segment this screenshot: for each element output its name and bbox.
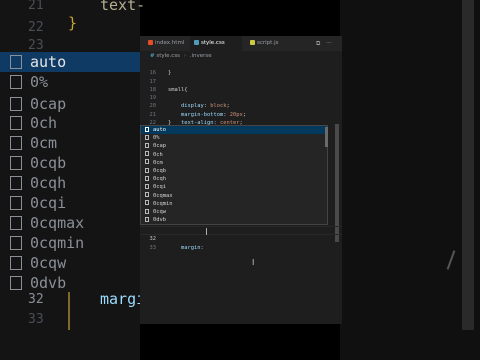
current-code-line: 32 margin: [149, 236, 207, 251]
bg-suggestion-item: 0cm [0, 133, 140, 153]
text-caret [206, 228, 207, 235]
keyword-icon [145, 167, 149, 173]
css-file-icon: # [150, 53, 155, 59]
suggestion-item[interactable]: 0% [141, 134, 327, 142]
suggestion-item[interactable]: 0cqb [141, 167, 327, 175]
split-editor-icon[interactable]: ⧉ [316, 36, 320, 51]
keyword-icon [145, 216, 149, 222]
keyword-icon [145, 159, 149, 165]
bg-code-text: margi [100, 290, 146, 308]
code-editor-window: index.html style.css script.js ⧉ ··· # s… [140, 36, 342, 324]
code-line: 19 display: block; [149, 95, 230, 110]
suggestion-item[interactable]: 0ch [141, 151, 327, 159]
breadcrumb: # style.css › .inverse [140, 51, 342, 61]
keyword-icon [145, 126, 149, 132]
keyword-icon [145, 192, 149, 198]
background-left-panel: 21 22 23 text- } auto 0% 0cap 0ch 0cm 0c… [0, 0, 145, 360]
more-actions-icon[interactable]: ··· [326, 36, 332, 51]
tab-script-js[interactable]: script.js [246, 36, 286, 51]
keyword-icon [145, 134, 149, 140]
chevron-right-icon: › [183, 53, 187, 59]
bg-code-brace: } [68, 14, 78, 32]
bg-line-number: 22 [28, 20, 44, 35]
bg-suggestion-item: auto [0, 52, 140, 72]
breadcrumb-symbol[interactable]: .inverse [190, 53, 212, 59]
background-right-panel [340, 0, 480, 360]
suggestion-item[interactable]: 0cqh [141, 175, 327, 183]
bg-line-number: 32 [28, 292, 44, 307]
bg-suggestion-item: 0cap [0, 94, 140, 114]
bg-line-number: 23 [28, 38, 44, 53]
bg-suggestion-item: 0cqw [0, 253, 140, 273]
bg-code-text: text- [100, 0, 146, 14]
bg-line-number: 21 [28, 0, 44, 13]
tab-index-html[interactable]: index.html [144, 36, 188, 51]
html-file-icon [148, 39, 153, 45]
bg-line-number: 33 [28, 312, 44, 327]
suggestion-item[interactable]: 0cqi [141, 183, 327, 191]
suggestion-item[interactable]: auto [141, 126, 327, 135]
code-line: 33 [149, 244, 157, 251]
js-file-icon [250, 39, 255, 45]
editor-scrollbar[interactable] [335, 124, 339, 242]
suggestion-item[interactable]: 0cqmin [141, 200, 327, 208]
keyword-icon [145, 175, 149, 181]
suggest-scrollbar[interactable] [325, 127, 328, 147]
autocomplete-suggest-widget[interactable]: auto 0% 0cap 0ch 0cm 0cqb 0cqh 0cqi 0cqm… [140, 125, 328, 225]
bg-indent-guide [68, 292, 76, 330]
suggestion-item[interactable]: 0cqw [141, 208, 327, 216]
keyword-icon [145, 183, 149, 189]
code-line: 17 [149, 78, 157, 85]
keyword-icon [145, 142, 149, 148]
bg-suggestion-item: 0cqi [0, 193, 140, 213]
bg-suggestion-item: 0ch [0, 113, 140, 133]
suggestion-item[interactable]: 0cap [141, 142, 327, 150]
bg-suggestion-item: 0% [0, 72, 140, 92]
suggestion-item[interactable]: 0cqmax [141, 192, 327, 200]
bg-decoration [446, 250, 456, 270]
keyword-icon [145, 200, 149, 206]
keyword-icon [145, 151, 149, 157]
css-file-icon [194, 39, 199, 45]
tab-bar: index.html style.css script.js ⧉ ··· [140, 36, 342, 51]
suggestion-item[interactable]: 0cm [141, 159, 327, 167]
suggestion-item[interactable]: 0dvb [141, 216, 327, 224]
code-line: 21 text-align: center; [149, 111, 243, 127]
code-line: 16} [149, 70, 172, 77]
ibeam-cursor-icon: I [252, 258, 255, 267]
code-line: 20 margin-bottom: 20px; [149, 103, 246, 118]
bg-suggestion-item: 0cqmax [0, 213, 140, 233]
keyword-icon [145, 208, 149, 214]
code-line: 22} [149, 120, 172, 127]
bg-suggestion-item: 0cqh [0, 173, 140, 193]
code-line: 18 small{ [149, 86, 188, 93]
breadcrumb-file[interactable]: style.css [156, 53, 180, 59]
bg-scrollbar [462, 0, 474, 330]
bg-suggestion-item: 0cqb [0, 153, 140, 173]
bg-suggestion-item: 0cqmin [0, 233, 140, 253]
tab-style-css[interactable]: style.css [190, 36, 242, 51]
